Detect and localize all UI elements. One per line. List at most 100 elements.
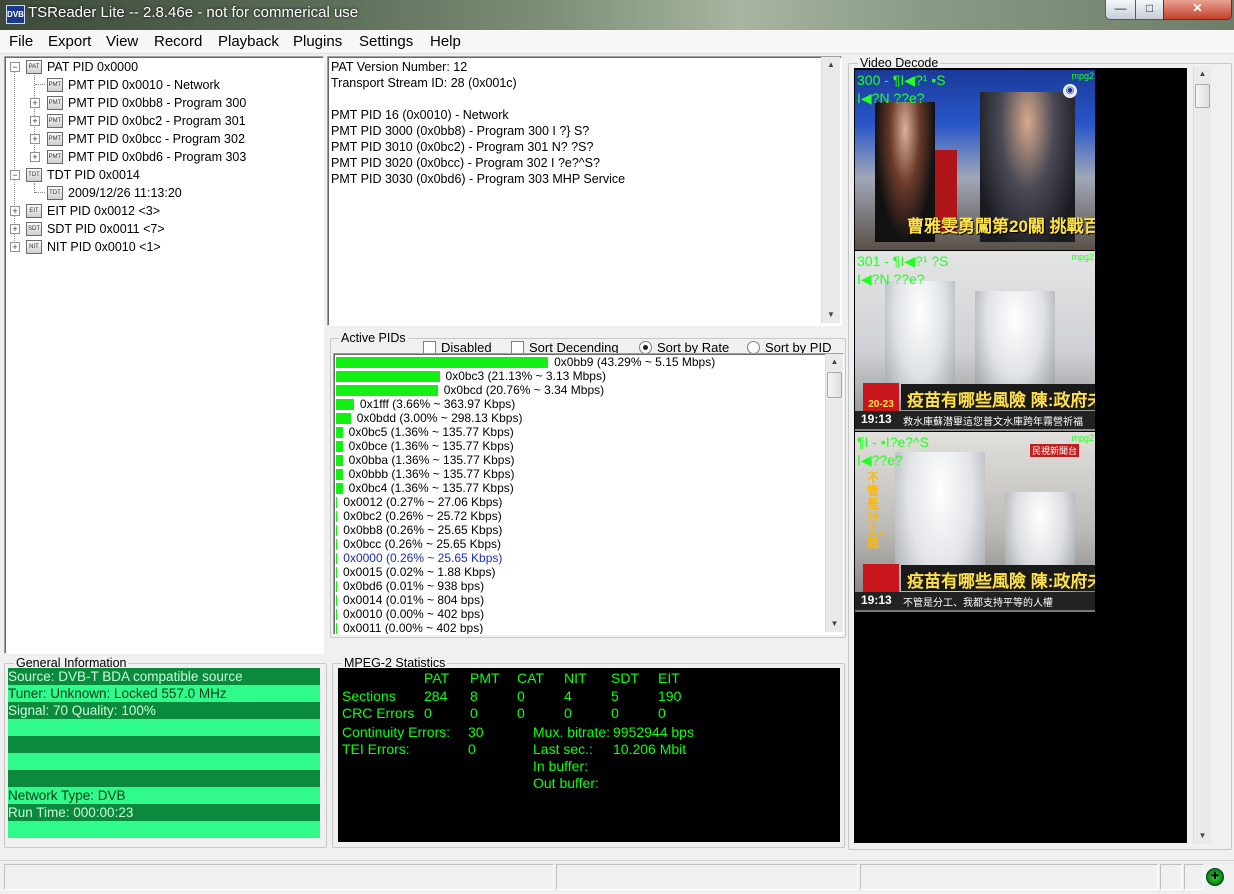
table-icon: PAT: [26, 60, 42, 74]
menu-settings[interactable]: Settings: [359, 33, 413, 50]
pid-row[interactable]: 0x0015 (0.02% ~ 1.88 Kbps): [343, 565, 495, 579]
menu-record[interactable]: Record: [154, 33, 202, 50]
scroll-thumb[interactable]: [827, 372, 842, 398]
pid-rate-bar: [336, 553, 338, 564]
pid-row[interactable]: 0x0bd6 (0.01% ~ 938 bps): [343, 579, 484, 593]
video-frame-300[interactable]: 300 - ¶I◀?¹ ▪S I◀?N ??e? mpg2 ◉ 曹雅雯勇闖第20…: [855, 70, 1095, 250]
tree-item-pmt-302[interactable]: PMT PID 0x0bcc - Program 302: [68, 132, 245, 146]
tree-item-tdt[interactable]: TDT PID 0x0014: [47, 168, 140, 182]
scroll-down-icon[interactable]: ▼: [822, 307, 840, 323]
scroll-down-icon[interactable]: ▼: [1194, 828, 1211, 844]
menu-plugins[interactable]: Plugins: [293, 33, 342, 50]
tree-item-pat[interactable]: PAT PID 0x0000: [47, 60, 138, 74]
close-button[interactable]: ✕: [1163, 0, 1232, 20]
osd-line: 300 - ¶I◀?¹ ▪S: [857, 72, 946, 88]
out-buffer-label: Out buffer:: [533, 775, 599, 791]
pid-rate-bar: [336, 511, 338, 522]
scroll-thumb[interactable]: [1195, 84, 1210, 108]
crc-cat: 0: [517, 705, 525, 721]
video-frame-302[interactable]: ¶I - ▪I?e?^S I◀??e? mpg2 民視新聞台 不管是分工、我 疫…: [855, 432, 1095, 612]
pid-row[interactable]: 0x0bc5 (1.36% ~ 135.77 Kbps): [349, 425, 514, 439]
continuity-label: Continuity Errors:: [342, 724, 451, 740]
detail-line: PMT PID 16 (0x0010) - Network: [331, 108, 509, 122]
detail-line: PAT Version Number: 12: [331, 60, 468, 74]
tree-expander[interactable]: +: [30, 116, 40, 126]
tree-expander[interactable]: +: [10, 242, 20, 252]
tree-expander[interactable]: +: [30, 134, 40, 144]
menu-help[interactable]: Help: [430, 33, 461, 50]
crc-nit: 0: [564, 705, 572, 721]
sections-sdt: 5: [611, 688, 619, 704]
pid-rate-bar: [336, 609, 337, 620]
side-caption: 不管是分工、我: [867, 471, 892, 550]
tree-expander[interactable]: −: [10, 170, 20, 180]
tree-item-pmt-network[interactable]: PMT PID 0x0010 - Network: [68, 78, 220, 92]
menu-view[interactable]: View: [106, 33, 138, 50]
pid-row[interactable]: 0x0bc2 (0.26% ~ 25.72 Kbps): [343, 509, 501, 523]
table-icon: PMT: [47, 132, 63, 146]
pid-rate-bar: [336, 357, 549, 368]
pid-row[interactable]: 0x0bdd (3.00% ~ 298.13 Kbps): [357, 411, 523, 425]
scroll-up-icon[interactable]: ▲: [826, 354, 843, 370]
tree-expander[interactable]: +: [30, 152, 40, 162]
pid-rate-bar: [336, 581, 337, 592]
codec-badge: mpg2: [1071, 71, 1094, 81]
pid-row[interactable]: 0x0bcc (0.26% ~ 25.65 Kbps): [343, 537, 501, 551]
pid-row[interactable]: 0x0011 (0.00% ~ 402 bps): [343, 621, 483, 634]
tree-item-pmt-301[interactable]: PMT PID 0x0bc2 - Program 301: [68, 114, 246, 128]
pid-row[interactable]: 0x0bbb (1.36% ~ 135.77 Kbps): [349, 467, 515, 481]
pid-row[interactable]: 0x0014 (0.01% ~ 804 bps): [343, 593, 484, 607]
menu-file[interactable]: File: [9, 33, 33, 50]
pid-row[interactable]: 0x0bc3 (21.13% ~ 3.13 Mbps): [446, 369, 606, 383]
tree-item-nit[interactable]: NIT PID 0x0010 <1>: [47, 240, 161, 254]
pid-row[interactable]: 0x0bc4 (1.36% ~ 135.77 Kbps): [349, 481, 514, 495]
tree-expander[interactable]: −: [10, 62, 20, 72]
tree-item-eit[interactable]: EIT PID 0x0012 <3>: [47, 204, 160, 218]
tree-expander[interactable]: +: [30, 98, 40, 108]
maximize-button[interactable]: □: [1135, 0, 1164, 20]
stat-header-cat: CAT: [517, 670, 544, 686]
pid-row[interactable]: 0x1fff (3.66% ~ 363.97 Kbps): [360, 397, 515, 411]
menu-playback[interactable]: Playback: [218, 33, 279, 50]
pid-tree-panel[interactable]: − PAT PAT PID 0x0000 PMT PMT PID 0x0010 …: [4, 56, 324, 654]
pid-row[interactable]: 0x0000 (0.26% ~ 25.65 Kbps): [343, 551, 502, 565]
tree-item-pmt-303[interactable]: PMT PID 0x0bd6 - Program 303: [68, 150, 246, 164]
menu-export[interactable]: Export: [48, 33, 91, 50]
stat-header-pmt: PMT: [470, 670, 500, 686]
tree-item-tdt-time[interactable]: 2009/12/26 11:13:20: [68, 186, 182, 200]
title-bar[interactable]: DVB TSReader Lite -- 2.8.46e - not for c…: [0, 0, 1234, 30]
pid-row[interactable]: 0x0bb9 (43.29% ~ 5.15 Mbps): [554, 355, 715, 369]
table-icon: PMT: [47, 150, 63, 164]
tree-item-pmt-300[interactable]: PMT PID 0x0bb8 - Program 300: [68, 96, 246, 110]
pid-list[interactable]: 0x0bb9 (43.29% ~ 5.15 Mbps) 0x0bc3 (21.13…: [333, 353, 844, 635]
tree-expander[interactable]: +: [10, 224, 20, 234]
stat-header-eit: EIT: [658, 670, 680, 686]
details-scrollbar[interactable]: ▲ ▼: [821, 57, 840, 323]
osd-line: I◀?N ??e?: [857, 271, 925, 287]
active-pids-legend: Active PIDs: [339, 331, 408, 345]
video-scrollbar[interactable]: ▲ ▼: [1193, 66, 1211, 844]
pid-row[interactable]: 0x0bcd (20.76% ~ 3.34 Mbps): [444, 383, 604, 397]
pid-list-scrollbar[interactable]: ▲ ▼: [825, 354, 843, 632]
details-panel[interactable]: PAT Version Number: 12 Transport Stream …: [327, 56, 842, 326]
status-cell: [1160, 864, 1182, 890]
pid-row[interactable]: 0x0010 (0.00% ~ 402 bps): [343, 607, 484, 621]
last-sec-label: Last sec.:: [533, 741, 593, 757]
scroll-up-icon[interactable]: ▲: [1194, 66, 1211, 82]
minimize-button[interactable]: —: [1105, 0, 1136, 20]
info-row: [8, 719, 320, 736]
tree-item-sdt[interactable]: SDT PID 0x0011 <7>: [47, 222, 165, 236]
osd-line: I◀?N ??e?: [857, 90, 925, 106]
info-row: [8, 770, 320, 787]
tree-expander[interactable]: +: [10, 206, 20, 216]
pid-row[interactable]: 0x0bba (1.36% ~ 135.77 Kbps): [349, 453, 515, 467]
pid-row[interactable]: 0x0bb8 (0.26% ~ 25.65 Kbps): [343, 523, 502, 537]
video-frame-301[interactable]: 301 - ¶I◀?¹ ?S I◀?N ??e? mpg2 20-23 疫苗有哪…: [855, 251, 1095, 431]
last-sec-value: 10.206 Mbit: [613, 741, 687, 757]
pid-row[interactable]: 0x0012 (0.27% ~ 27.06 Kbps): [343, 495, 502, 509]
scroll-down-icon[interactable]: ▼: [826, 616, 843, 632]
pid-rate-bar: [336, 623, 337, 634]
pid-row[interactable]: 0x0bce (1.36% ~ 135.77 Kbps): [349, 439, 514, 453]
status-cell: [4, 864, 554, 890]
scroll-up-icon[interactable]: ▲: [822, 57, 840, 73]
